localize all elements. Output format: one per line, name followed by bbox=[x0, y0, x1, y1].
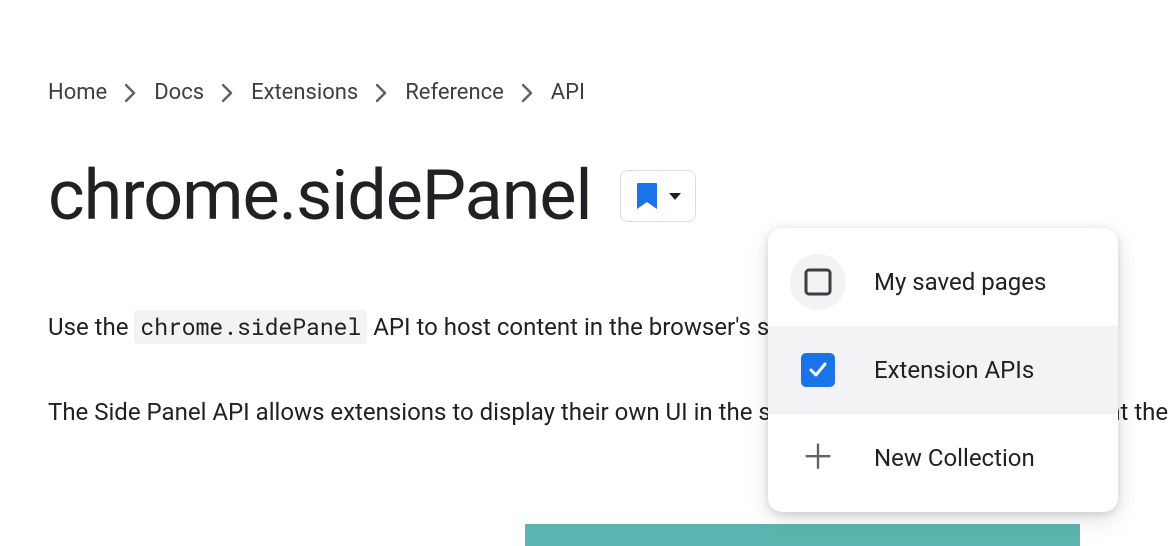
collection-item-my-saved-pages[interactable]: My saved pages bbox=[768, 238, 1118, 326]
square-outline-icon bbox=[790, 254, 846, 310]
chevron-right-icon bbox=[522, 84, 533, 102]
breadcrumb: Home Docs Extensions Reference API bbox=[48, 80, 1170, 105]
breadcrumb-item-docs[interactable]: Docs bbox=[154, 80, 204, 105]
menu-item-label: New Collection bbox=[874, 444, 1035, 472]
breadcrumb-item-reference[interactable]: Reference bbox=[405, 80, 504, 105]
breadcrumb-item-extensions[interactable]: Extensions bbox=[251, 80, 358, 105]
inline-code: chrome.sidePanel bbox=[134, 310, 367, 344]
page-title: chrome.sidePanel bbox=[48, 155, 592, 237]
caret-down-icon bbox=[669, 193, 681, 200]
bookmark-icon bbox=[635, 181, 659, 211]
bookmark-dropdown-button[interactable] bbox=[620, 170, 696, 222]
breadcrumb-item-api[interactable]: API bbox=[551, 80, 585, 105]
menu-item-label: My saved pages bbox=[874, 268, 1046, 296]
breadcrumb-item-home[interactable]: Home bbox=[48, 80, 107, 105]
checkbox-checked-icon bbox=[790, 342, 846, 398]
chevron-right-icon bbox=[125, 84, 136, 102]
collection-item-extension-apis[interactable]: Extension APIs bbox=[768, 326, 1118, 414]
plus-icon: ＋ bbox=[790, 430, 846, 486]
hero-image bbox=[525, 524, 1080, 546]
menu-item-label: Extension APIs bbox=[874, 356, 1034, 384]
chevron-right-icon bbox=[376, 84, 387, 102]
text: Use the bbox=[48, 313, 134, 341]
chevron-right-icon bbox=[222, 84, 233, 102]
new-collection-button[interactable]: ＋ New Collection bbox=[768, 414, 1118, 502]
bookmark-dropdown-menu: My saved pages Extension APIs ＋ New Coll… bbox=[768, 228, 1118, 512]
